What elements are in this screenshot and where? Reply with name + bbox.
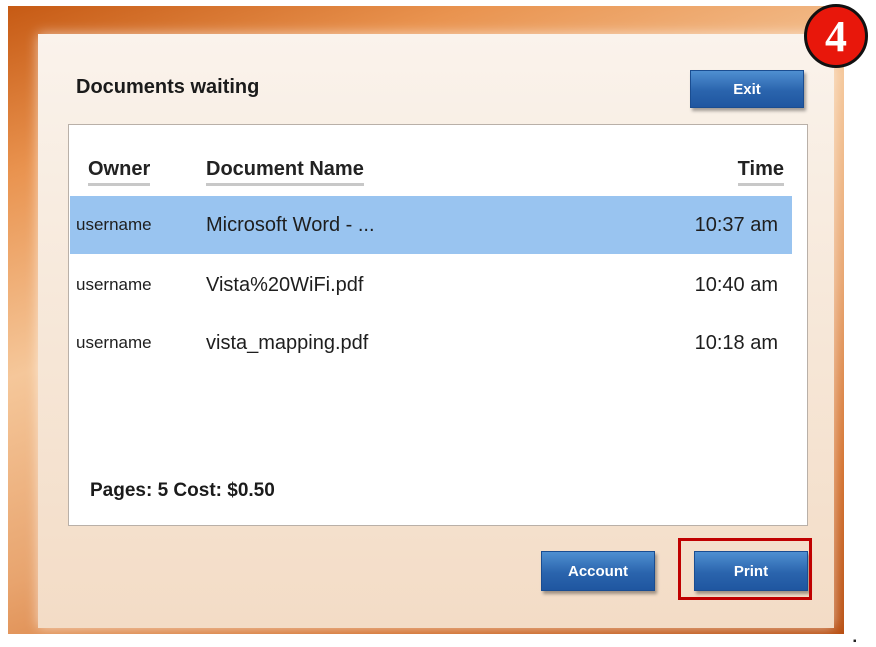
row-document-name: Vista%20WiFi.pdf	[206, 274, 364, 296]
step-number-badge: 4	[804, 4, 868, 68]
column-header-time[interactable]: Time	[737, 158, 784, 186]
row-owner: username	[76, 333, 152, 352]
column-header-document-name[interactable]: Document Name	[206, 158, 364, 186]
print-button-highlight-box	[678, 538, 812, 600]
table-row[interactable]: username vista_mapping.pdf 10:18 am	[70, 314, 792, 372]
account-button[interactable]: Account	[541, 551, 655, 591]
exit-button[interactable]: Exit	[690, 70, 804, 108]
pages-cost-summary: Pages: 5 Cost: $0.50	[90, 480, 275, 501]
row-owner: username	[76, 215, 152, 234]
row-time: 10:18 am	[694, 332, 778, 354]
table-row[interactable]: username Microsoft Word - ... 10:37 am	[70, 196, 792, 254]
column-header-owner[interactable]: Owner	[88, 158, 151, 186]
row-document-name: vista_mapping.pdf	[206, 332, 369, 354]
row-document-name: Microsoft Word - ...	[206, 214, 375, 236]
resize-grip-icon: ▪	[853, 636, 857, 647]
row-time: 10:40 am	[694, 274, 778, 296]
table-row[interactable]: username Vista%20WiFi.pdf 10:40 am	[70, 256, 792, 314]
row-owner: username	[76, 275, 152, 294]
row-time: 10:37 am	[694, 214, 778, 236]
panel-title: Documents waiting	[76, 76, 260, 98]
